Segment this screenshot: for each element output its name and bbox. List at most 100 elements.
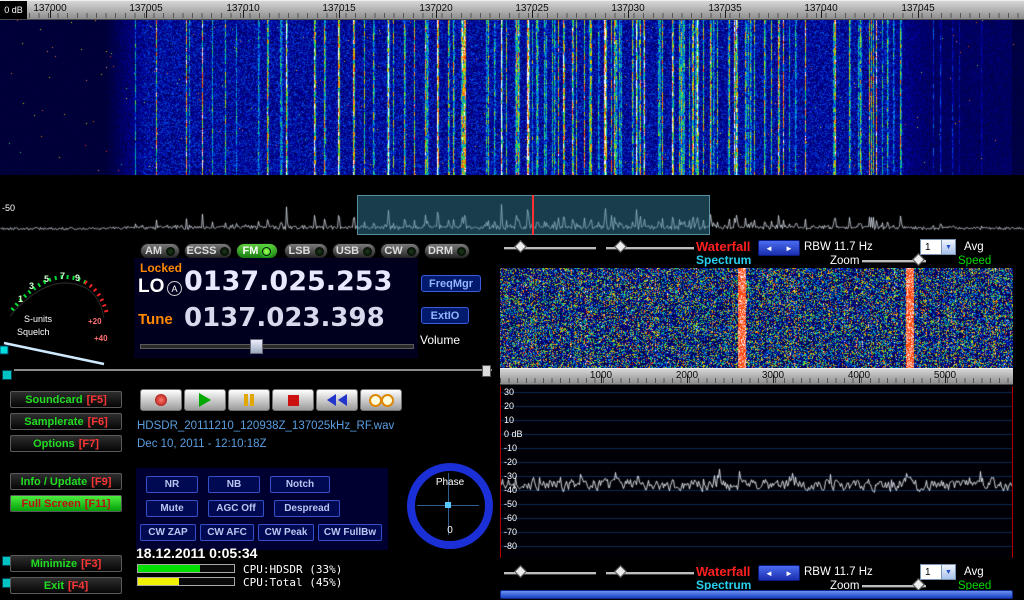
slider-handle[interactable] xyxy=(912,578,925,591)
slider-handle[interactable] xyxy=(514,240,527,253)
stop-button[interactable] xyxy=(272,389,314,411)
mode-button-lsb[interactable]: LSB xyxy=(284,243,328,259)
meter-squelch-label: Squelch xyxy=(17,327,50,337)
freq-label: 137035 xyxy=(708,3,741,14)
main-waterfall-canvas[interactable] xyxy=(0,0,1024,175)
loop-button[interactable] xyxy=(360,389,402,411)
play-icon xyxy=(199,393,211,407)
waterfall-toggle-top[interactable]: Waterfall xyxy=(696,239,750,254)
pause-icon xyxy=(244,394,248,406)
cw-afc-button[interactable]: CW AFC xyxy=(200,524,254,541)
info-update-button[interactable]: Info / Update[F9] xyxy=(10,473,122,490)
mode-button-ecss[interactable]: ECSS xyxy=(184,243,232,259)
combo-arrow-icon[interactable]: ▼ xyxy=(941,240,955,254)
soundcard-button[interactable]: Soundcard[F5] xyxy=(10,391,122,408)
recording-filename: HDSDR_20111210_120938Z_137025kHz_RF.wav xyxy=(137,420,394,432)
mode-led xyxy=(363,247,372,256)
pan-arrows-bottom[interactable]: ◄ ► xyxy=(758,565,800,581)
nr-button[interactable]: NR xyxy=(146,476,198,493)
lo-lock-badge[interactable]: A xyxy=(167,281,182,296)
pan-left-icon[interactable]: ◄ xyxy=(765,244,773,253)
pan-right-icon[interactable]: ► xyxy=(785,569,793,578)
extio-button[interactable]: ExtIO xyxy=(421,307,469,324)
db-scale-label: -20 xyxy=(504,457,517,467)
rx-waterfall-canvas[interactable] xyxy=(500,268,1013,368)
slider-handle[interactable] xyxy=(614,240,627,253)
pane-divider[interactable] xyxy=(14,369,492,371)
mode-button-fm[interactable]: FM xyxy=(236,243,278,259)
despread-button[interactable]: Despread xyxy=(274,500,340,517)
mode-led xyxy=(220,247,229,256)
spectrum-pan-scrollbar[interactable] xyxy=(500,590,1013,599)
db-scale-label: -80 xyxy=(504,541,517,551)
phase-value: 0 xyxy=(407,525,493,536)
freq-label: 137010 xyxy=(226,3,259,14)
record-button[interactable] xyxy=(140,389,182,411)
agc-off-button[interactable]: AGC Off xyxy=(208,500,264,517)
pane-divider-handle[interactable] xyxy=(482,365,491,377)
waterfall-toggle-bottom[interactable]: Waterfall xyxy=(696,564,750,579)
mute-button[interactable]: Mute xyxy=(146,500,198,517)
rx-frequency-ruler[interactable]: 1000 2000 3000 4000 5000 xyxy=(500,368,1013,385)
nb-button[interactable]: NB xyxy=(208,476,260,493)
minimize-button[interactable]: Minimize[F3] xyxy=(10,555,122,572)
volume-slider-handle[interactable] xyxy=(250,339,263,354)
hdsdr-window: 137000 137005 137010 137015 137020 13702… xyxy=(0,0,1024,600)
notch-button[interactable]: Notch xyxy=(270,476,330,493)
zoom-label-top: Zoom xyxy=(830,255,859,267)
mode-button-drm[interactable]: DRM xyxy=(424,243,470,259)
lo-frequency-value[interactable]: 0137.025.253 xyxy=(184,266,392,297)
waterfall-lower-slider-bottom[interactable] xyxy=(606,566,694,578)
slider-handle[interactable] xyxy=(912,253,925,266)
play-button[interactable] xyxy=(184,389,226,411)
avg-label-bottom: Avg xyxy=(964,566,984,578)
rx-spectrum-panel[interactable]: 30 20 10 0 dB -10 -20 -30 -40 -50 -60 -7… xyxy=(500,386,1013,558)
mode-button-usb[interactable]: USB xyxy=(332,243,376,259)
squelch-handle[interactable] xyxy=(0,346,8,354)
meter-tick-label: 3 xyxy=(29,281,34,291)
spectrum-toggle-top[interactable]: Spectrum xyxy=(696,253,751,267)
cpu-total-bar xyxy=(137,577,235,586)
pause-button[interactable] xyxy=(228,389,270,411)
volume-slider-track[interactable] xyxy=(140,344,414,349)
mode-led xyxy=(166,247,175,256)
options-button[interactable]: Options[F7] xyxy=(10,435,122,452)
tune-frequency-value[interactable]: 0137.023.398 xyxy=(184,303,385,333)
record-icon xyxy=(155,394,167,406)
freq-label: 137020 xyxy=(419,3,452,14)
cw-peak-button[interactable]: CW Peak xyxy=(258,524,314,541)
waterfall-upper-slider[interactable] xyxy=(504,241,596,253)
avg-count-select-top[interactable]: 1 ▼ xyxy=(920,239,956,255)
waterfall-lower-slider[interactable] xyxy=(606,241,694,253)
waterfall-upper-slider-bottom[interactable] xyxy=(504,566,596,578)
slider-handle[interactable] xyxy=(614,565,627,578)
pan-left-icon[interactable]: ◄ xyxy=(765,569,773,578)
fullscreen-button[interactable]: Full Screen[F11] xyxy=(10,495,122,512)
s-meter[interactable]: 1 3 5 7 9 +20 +40 S-units Squelch xyxy=(0,238,135,373)
mode-button-cw[interactable]: CW xyxy=(380,243,420,259)
combo-arrow-icon[interactable]: ▼ xyxy=(941,565,955,579)
samplerate-button[interactable]: Samplerate[F6] xyxy=(10,413,122,430)
rx-waterfall-panel[interactable] xyxy=(500,268,1013,368)
rewind-button[interactable] xyxy=(316,389,358,411)
avg-count-select-bottom[interactable]: 1 ▼ xyxy=(920,564,956,580)
tune-line[interactable] xyxy=(532,195,534,235)
exit-button[interactable]: Exit[F4] xyxy=(10,577,122,594)
meter-tick-label: 9 xyxy=(75,273,80,283)
cw-fullbw-button[interactable]: CW FullBw xyxy=(318,524,382,541)
freqmgr-button[interactable]: FreqMgr xyxy=(421,275,481,292)
db-scale-label: -60 xyxy=(504,513,517,523)
mode-button-am[interactable]: AM xyxy=(140,243,180,259)
rx-spectrum-canvas[interactable] xyxy=(501,386,1012,558)
rx-freq-label: 5000 xyxy=(934,370,956,381)
main-spectrum-panel[interactable]: -50 xyxy=(0,195,1024,235)
pan-arrows-top[interactable]: ◄ ► xyxy=(758,240,800,256)
slider-handle[interactable] xyxy=(514,565,527,578)
meter-over-label: +40 xyxy=(94,334,108,343)
db-scale-label: -40 xyxy=(504,485,517,495)
panel-toggle-square[interactable] xyxy=(2,370,12,380)
main-frequency-ruler[interactable]: 137000 137005 137010 137015 137020 13702… xyxy=(0,0,1024,20)
zoom-slider-top[interactable] xyxy=(862,254,926,266)
cw-zap-button[interactable]: CW ZAP xyxy=(140,524,196,541)
pan-right-icon[interactable]: ► xyxy=(785,244,793,253)
